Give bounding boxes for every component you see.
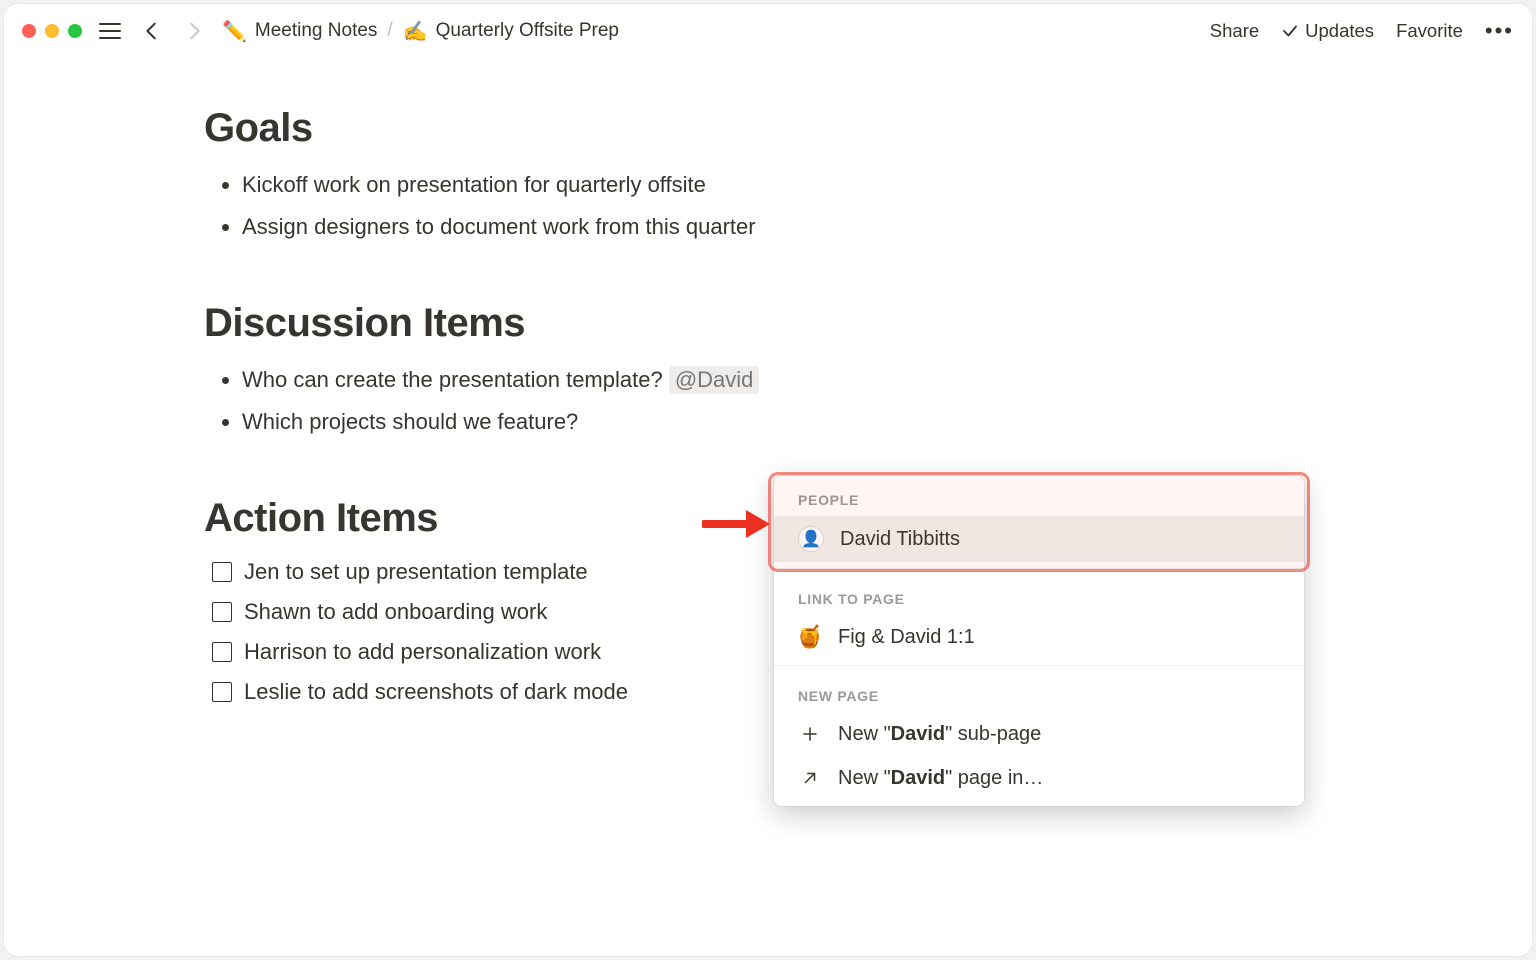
list-item[interactable]: Which projects should we feature? [242,406,1452,438]
share-button[interactable]: Share [1210,20,1259,42]
discussion-text: Who can create the presentation template… [242,367,669,392]
pencil-icon: ✏️ [222,19,247,44]
ellipsis-icon: ••• [1485,20,1514,42]
todo-label: Shawn to add onboarding work [244,599,547,625]
more-menu-button[interactable]: ••• [1485,20,1514,42]
breadcrumb-separator: / [387,20,392,42]
todo-label: Jen to set up presentation template [244,559,588,585]
plus-icon [798,722,822,746]
checkbox[interactable] [212,602,232,622]
annotation-arrow-icon [702,504,770,544]
popover-section-newpage: NEW PAGE [774,672,1304,712]
list-item[interactable]: Assign designers to document work from t… [242,211,1452,243]
popover-divider [774,665,1304,666]
breadcrumb: ✏️ Meeting Notes / ✍️ Quarterly Offsite … [222,19,619,44]
popover-item-person[interactable]: 👤 David Tibbitts [774,516,1304,562]
nav-forward-button[interactable] [180,17,208,45]
checkbox[interactable] [212,562,232,582]
popover-item-label: Fig & David 1:1 [838,626,975,649]
todo-label: Harrison to add personalization work [244,639,601,665]
breadcrumb-parent-label: Meeting Notes [255,20,378,42]
window-controls [22,24,82,38]
list-item[interactable]: Kickoff work on presentation for quarter… [242,169,1452,201]
sidebar-toggle-icon[interactable] [96,17,124,45]
nav-back-button[interactable] [138,17,166,45]
check-icon [1281,22,1299,40]
goals-list: Kickoff work on presentation for quarter… [204,169,1452,243]
heading-goals[interactable]: Goals [204,106,1452,151]
updates-label: Updates [1305,20,1374,42]
popover-item-label: David Tibbitts [840,528,960,551]
minimize-window-button[interactable] [45,24,59,38]
popover-section-link: LINK TO PAGE [774,575,1304,615]
breadcrumb-current[interactable]: ✍️ Quarterly Offsite Prep [403,19,619,44]
top-bar: ✏️ Meeting Notes / ✍️ Quarterly Offsite … [4,4,1532,58]
breadcrumb-current-label: Quarterly Offsite Prep [436,20,619,42]
honey-pot-icon: 🍯 [798,625,822,649]
popover-item-new-page-in[interactable]: New "David" page in… [774,756,1304,806]
list-item[interactable]: Who can create the presentation template… [242,364,1452,396]
favorite-label: Favorite [1396,20,1463,42]
writing-hand-icon: ✍️ [403,19,428,44]
favorite-button[interactable]: Favorite [1396,20,1463,42]
avatar-icon: 👤 [798,526,824,552]
checkbox[interactable] [212,642,232,662]
updates-button[interactable]: Updates [1281,20,1374,42]
popover-divider [774,568,1304,569]
topbar-actions: Share Updates Favorite ••• [1210,20,1514,42]
popover-item-label: New "David" sub-page [838,723,1041,746]
app-window: ✏️ Meeting Notes / ✍️ Quarterly Offsite … [4,4,1532,956]
popover-section-people: PEOPLE [774,476,1304,516]
checkbox[interactable] [212,682,232,702]
arrow-up-right-icon [798,766,822,790]
mention-chip[interactable]: @David [669,366,760,394]
share-label: Share [1210,20,1259,42]
todo-label: Leslie to add screenshots of dark mode [244,679,628,705]
popover-item-link-page[interactable]: 🍯 Fig & David 1:1 [774,615,1304,659]
heading-discussion[interactable]: Discussion Items [204,301,1452,346]
discussion-list: Who can create the presentation template… [204,364,1452,438]
popover-item-label: New "David" page in… [838,767,1043,790]
popover-item-new-subpage[interactable]: New "David" sub-page [774,712,1304,756]
mention-popover: PEOPLE 👤 David Tibbitts LINK TO PAGE 🍯 F… [774,476,1304,806]
maximize-window-button[interactable] [68,24,82,38]
breadcrumb-parent[interactable]: ✏️ Meeting Notes [222,19,377,44]
close-window-button[interactable] [22,24,36,38]
